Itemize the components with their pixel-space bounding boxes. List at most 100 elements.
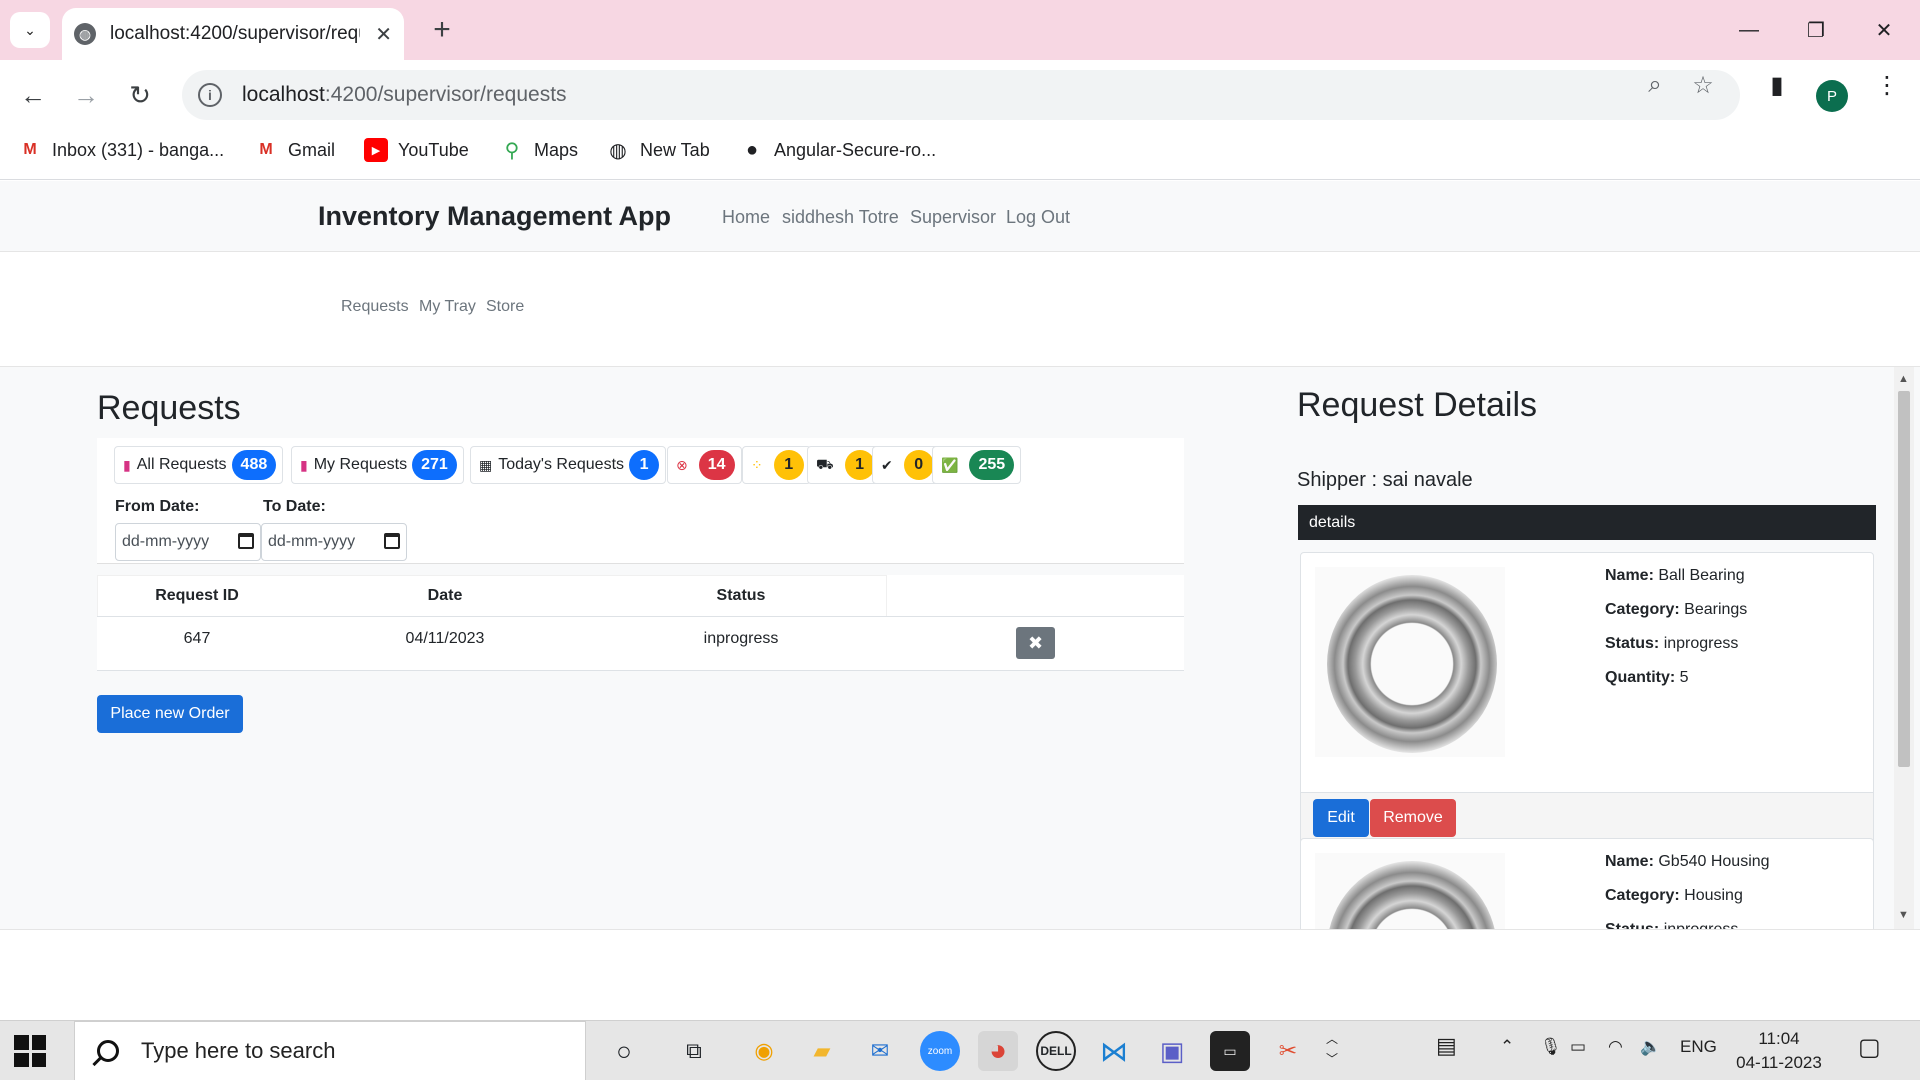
close-window-icon[interactable]: ✕ (1857, 10, 1911, 50)
nav-logout[interactable]: Log Out (1006, 207, 1070, 228)
bookmark-angular-secure[interactable]: ● Angular-Secure-ro... (740, 130, 936, 170)
reload-icon[interactable]: ↻ (121, 76, 159, 114)
system-clock[interactable]: 11:04 04-11-2023 (1734, 1027, 1824, 1075)
terminal-icon[interactable]: ▭ (1210, 1031, 1250, 1071)
bookmark-maps[interactable]: ⚲ Maps (500, 130, 578, 170)
page-scrollbar[interactable]: ▲ ▼ (1894, 367, 1914, 929)
active-tab[interactable]: ◍ localhost:4200/supervisor/requests ✕ (62, 8, 404, 60)
bookmark-label: Inbox (331) - banga... (52, 139, 225, 160)
subnav-my-tray[interactable]: My Tray (419, 298, 476, 316)
notifications-icon[interactable]: ▢ (1858, 1033, 1881, 1062)
bookmark-new-tab[interactable]: ◍ New Tab (606, 130, 710, 170)
wifi-icon[interactable]: ◠ (1608, 1037, 1623, 1057)
news-widget-icon[interactable]: ▤ (1436, 1033, 1457, 1059)
windows-start-icon[interactable] (14, 1035, 46, 1067)
language-indicator[interactable]: ENG (1680, 1037, 1717, 1057)
forward-arrow-icon[interactable]: → (67, 76, 105, 114)
scroll-up-arrow-icon[interactable]: ▲ (1898, 373, 1909, 385)
filter-completed[interactable]: ✅ 255 (932, 446, 1022, 484)
from-date-input[interactable]: dd-mm-yyyy (115, 523, 261, 561)
bookmark-label: Maps (534, 139, 579, 160)
main-content: Requests ▮ All Requests 488 ▮ My Request… (0, 366, 1920, 930)
profile-avatar[interactable]: P (1816, 80, 1848, 112)
snipping-tool-icon[interactable]: ✂ (1268, 1031, 1308, 1071)
shipper-name: Shipper : sai navale (1297, 469, 1473, 491)
dell-icon[interactable]: DELL (1036, 1031, 1076, 1071)
to-date-input[interactable]: dd-mm-yyyy (261, 523, 407, 561)
vscode-icon[interactable]: ⋈ (1094, 1031, 1134, 1071)
overflow-chevron-icon[interactable]: ︿ ﹀ (1326, 1029, 1338, 1069)
chip-label: My Requests (313, 456, 408, 473)
bookmark-star-icon[interactable]: ☆ (1688, 70, 1718, 100)
nav-user-name[interactable]: siddhesh Totre (782, 207, 899, 228)
search-placeholder: Type here to search (141, 1038, 336, 1063)
scroll-down-arrow-icon[interactable]: ▼ (1898, 909, 1909, 921)
check-icon: ✔ (881, 456, 893, 473)
filter-pending[interactable]: ⁘ 1 (742, 446, 811, 484)
bookmark-gmail[interactable]: M Gmail (254, 130, 335, 170)
sticky-app-icon[interactable]: ◉ (744, 1031, 784, 1071)
count-badge: 14 (698, 450, 735, 480)
delete-request-button[interactable]: ✖ (1016, 627, 1055, 659)
place-new-order-button[interactable]: Place new Order (97, 695, 243, 733)
subnav-requests[interactable]: Requests (341, 298, 409, 316)
requests-table: Request ID Date Status 647 04/11/2023 in… (97, 575, 1184, 671)
column-header-request-id: Request ID (155, 587, 239, 604)
site-info-icon[interactable]: i (198, 83, 222, 107)
cortana-icon[interactable]: ○ (604, 1031, 644, 1071)
filter-rejected[interactable]: ⊗ 14 (667, 446, 742, 484)
edit-item-button[interactable]: Edit (1313, 799, 1369, 837)
address-bar[interactable]: i localhost:4200/supervisor/requests (182, 70, 1740, 120)
nav-home[interactable]: Home (722, 207, 770, 228)
mail-icon[interactable]: ✉ (860, 1031, 900, 1071)
bookmarks-bar: M Inbox (331) - banga... M Gmail ▶ YouTu… (0, 130, 1920, 180)
item-card: Name: Ball Bearing Category: Bearings St… (1300, 552, 1874, 844)
check-circle-icon: ✅ (941, 456, 959, 473)
count-badge: 1 (773, 450, 804, 480)
bookmark-youtube[interactable]: ▶ YouTube (364, 130, 469, 170)
microphone-icon[interactable]: 🎙 (1540, 1037, 1562, 1057)
filter-all-requests[interactable]: ▮ All Requests 488 (114, 446, 284, 484)
scroll-thumb[interactable] (1898, 391, 1910, 767)
taskbar-search[interactable]: Type here to search (74, 1021, 586, 1080)
count-badge: 488 (231, 450, 277, 480)
filter-checked[interactable]: ✔ 0 (872, 446, 941, 484)
restore-icon[interactable]: ❐ (1789, 10, 1843, 50)
back-arrow-icon[interactable]: ← (14, 76, 52, 114)
globe-icon: ◍ (74, 23, 96, 45)
cell-request-id[interactable]: 647 (97, 617, 297, 661)
subnav-store[interactable]: Store (486, 298, 524, 316)
volume-icon[interactable]: 🔈 (1640, 1037, 1661, 1057)
kebab-menu-icon[interactable]: ⋮ (1872, 70, 1902, 100)
remove-item-button[interactable]: Remove (1370, 799, 1456, 837)
tab-search-chevron-icon[interactable]: ⌄ (10, 12, 50, 48)
teams-icon[interactable]: ▣ (1152, 1031, 1192, 1071)
close-tab-icon[interactable]: ✕ (375, 22, 392, 47)
calendar-icon[interactable] (384, 533, 400, 549)
bookmark-label: Gmail (288, 139, 336, 160)
filter-my-requests[interactable]: ▮ My Requests 271 (291, 446, 464, 484)
cell-status: inprogress (703, 630, 779, 647)
filter-todays-requests[interactable]: ▦ Today's Requests 1 (470, 446, 667, 484)
zoom-magnifier-icon[interactable]: ⌕ (1640, 70, 1670, 100)
file-explorer-icon[interactable]: ▰ (802, 1031, 842, 1071)
show-hidden-icons-icon[interactable]: ⌃ (1500, 1037, 1514, 1057)
zoom-icon[interactable]: zoom (920, 1031, 960, 1071)
nav-supervisor[interactable]: Supervisor (910, 207, 996, 228)
housing-image (1315, 853, 1505, 929)
minimize-icon[interactable]: — (1722, 10, 1776, 50)
bookmark-label: New Tab (640, 139, 710, 160)
chrome-icon[interactable]: ◕ (978, 1031, 1018, 1071)
url-text[interactable]: localhost:4200/supervisor/requests (242, 83, 567, 107)
filter-shipped[interactable]: ⛟ 1 (807, 446, 882, 484)
app-brand[interactable]: Inventory Management App (318, 201, 671, 232)
battery-icon[interactable]: ▭ (1570, 1037, 1586, 1057)
new-tab-plus-icon[interactable]: + (424, 12, 460, 48)
bookmark-inbox[interactable]: M Inbox (331) - banga... (18, 130, 224, 170)
calendar-icon[interactable] (238, 533, 254, 549)
chip-label: Today's Requests (498, 456, 625, 473)
task-view-icon[interactable]: ⧉ (674, 1031, 714, 1071)
bookmark-label: YouTube (398, 139, 469, 160)
spinner-icon: ⁘ (751, 456, 763, 473)
side-panel-icon[interactable]: ▮ (1762, 70, 1792, 100)
